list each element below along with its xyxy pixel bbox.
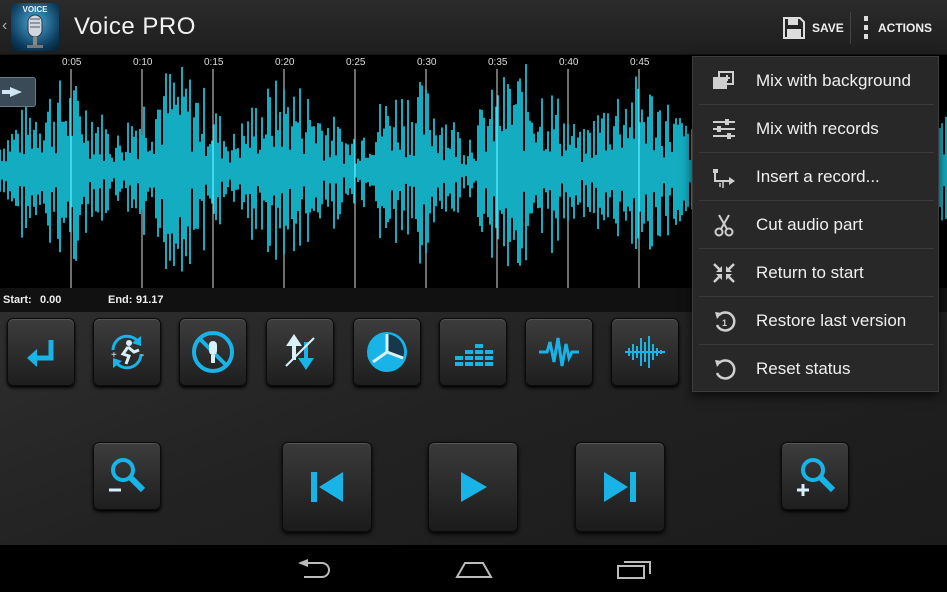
zoom-in-icon xyxy=(797,458,836,496)
save-icon xyxy=(783,17,805,39)
scissors-icon xyxy=(714,214,734,237)
echo-effect-icon xyxy=(625,336,665,368)
time-tick-label: 0:15 xyxy=(204,57,224,68)
up-navigation-icon[interactable]: ‹ xyxy=(2,17,7,35)
time-tick-label: 0:05 xyxy=(62,57,82,68)
save-button[interactable]: SAVE xyxy=(782,12,844,44)
start-value: 0.00 xyxy=(40,294,62,306)
zoom-out-icon xyxy=(109,458,146,493)
menu-item-label: Mix with background xyxy=(756,71,911,90)
actionbar-divider xyxy=(850,12,851,44)
play-icon xyxy=(461,472,487,502)
app-logo[interactable]: VOICE xyxy=(11,3,59,51)
overflow-menu-icon xyxy=(864,16,868,39)
menu-item-label: Cut audio part xyxy=(756,215,863,234)
menu-item-label: Restore last version xyxy=(756,311,907,330)
home-icon xyxy=(455,562,493,578)
skip-forward-button[interactable] xyxy=(575,442,665,532)
menu-item-restore-last-version[interactable]: 1 Restore last version xyxy=(693,297,940,345)
time-tick-label: 0:10 xyxy=(133,57,153,68)
recents-icon xyxy=(617,561,651,579)
back-button[interactable] xyxy=(284,555,344,583)
time-tick-label: 0:40 xyxy=(559,57,579,68)
waveform-effect-icon xyxy=(539,337,579,367)
equalizer-icon xyxy=(455,344,493,366)
equalizer-button[interactable] xyxy=(439,318,507,386)
back-icon xyxy=(298,559,330,578)
pie-timer-icon xyxy=(367,332,407,372)
time-tick-label: 0:25 xyxy=(346,57,366,68)
reset-icon xyxy=(715,359,736,380)
action-bar: ‹ VOICE Voice PRO SAVE ACTIONS xyxy=(0,0,947,55)
svg-text:-: - xyxy=(141,350,144,361)
actions-label: ACTIONS xyxy=(878,21,932,35)
restore-icon: 1 xyxy=(715,311,736,332)
no-voice-button[interactable] xyxy=(179,318,247,386)
undo-icon xyxy=(27,340,54,367)
time-tick-label: 0:35 xyxy=(488,57,508,68)
home-button[interactable] xyxy=(444,555,504,583)
menu-item-cut-audio[interactable]: Cut audio part xyxy=(693,201,940,249)
end-label: End: xyxy=(108,294,133,306)
loop-speed-icon: + - xyxy=(111,334,144,370)
menu-item-label: Reset status xyxy=(756,359,851,378)
svg-text:VOICE: VOICE xyxy=(23,5,49,14)
menu-item-insert-record[interactable]: Insert a record... xyxy=(693,153,940,201)
recents-button[interactable] xyxy=(604,555,664,583)
start-marker-handle[interactable] xyxy=(0,77,36,107)
skip-back-icon xyxy=(311,472,343,502)
menu-item-mix-background[interactable]: Mix with background xyxy=(693,57,940,105)
echo-effect-button[interactable] xyxy=(611,318,679,386)
menu-item-return-to-start[interactable]: Return to start xyxy=(693,249,940,297)
system-navigation-bar xyxy=(0,545,947,592)
time-tick-label: 0:45 xyxy=(630,57,650,68)
save-label: SAVE xyxy=(812,21,844,35)
zoom-in-button[interactable] xyxy=(781,442,849,510)
return-to-start-icon xyxy=(713,263,735,283)
menu-item-label: Return to start xyxy=(756,263,864,282)
play-marker-icon xyxy=(2,87,22,97)
mix-background-icon xyxy=(713,71,734,89)
timer-button[interactable] xyxy=(353,318,421,386)
no-voice-icon xyxy=(192,331,234,373)
pitch-shift-button[interactable] xyxy=(266,318,334,386)
svg-text:+: + xyxy=(111,350,117,361)
app-title: Voice PRO xyxy=(74,13,196,40)
undo-button[interactable] xyxy=(7,318,75,386)
menu-item-reset-status[interactable]: Reset status xyxy=(693,345,940,393)
menu-item-label: Insert a record... xyxy=(756,167,880,186)
end-value: 91.17 xyxy=(136,294,164,306)
pitch-shift-icon xyxy=(285,334,315,370)
actions-overflow-button[interactable]: ACTIONS xyxy=(862,12,932,44)
skip-forward-icon xyxy=(604,472,636,502)
menu-item-label: Mix with records xyxy=(756,119,879,138)
insert-record-icon xyxy=(713,169,735,188)
actions-menu: Mix with background Mix with records Ins… xyxy=(692,56,939,392)
svg-text:1: 1 xyxy=(722,318,727,328)
start-label: Start: xyxy=(3,294,32,306)
mix-records-icon xyxy=(713,119,735,139)
time-tick-label: 0:20 xyxy=(275,57,295,68)
speed-loop-button[interactable]: + - xyxy=(93,318,161,386)
play-button[interactable] xyxy=(428,442,518,532)
time-tick-label: 0:30 xyxy=(417,57,437,68)
wave-effect-button[interactable] xyxy=(525,318,593,386)
menu-item-mix-records[interactable]: Mix with records xyxy=(693,105,940,153)
zoom-out-button[interactable] xyxy=(93,442,161,510)
skip-back-button[interactable] xyxy=(282,442,372,532)
